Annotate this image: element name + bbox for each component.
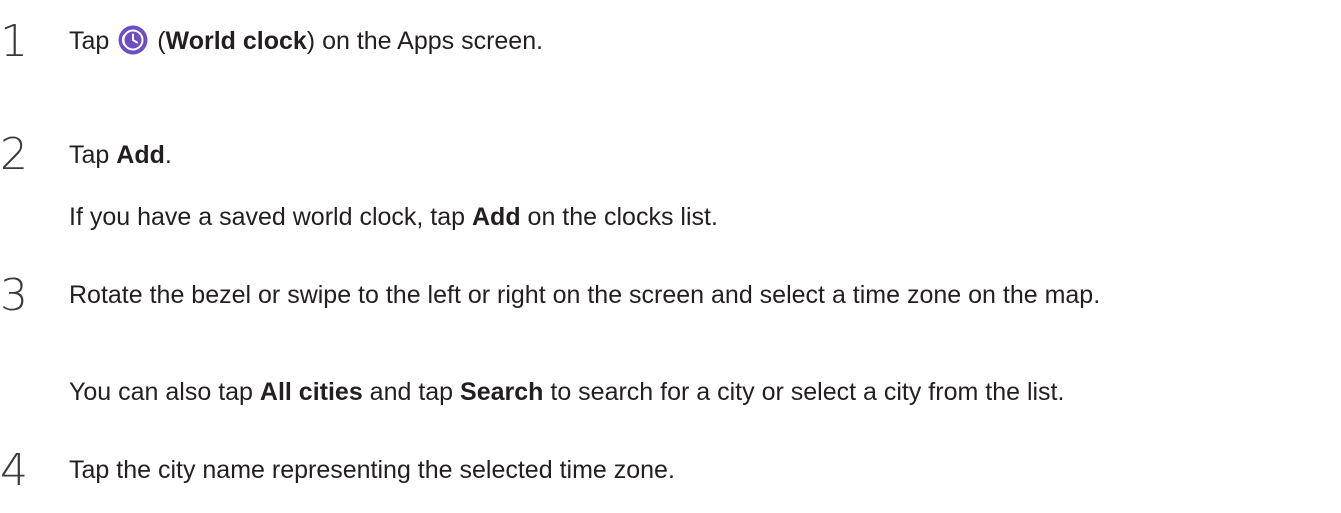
step-1-text: Tap (World clock) on the Apps screen. xyxy=(69,25,544,55)
step-2-text: Tap Add. xyxy=(69,141,172,169)
world-clock-app-icon xyxy=(118,25,148,55)
step-number: 4 xyxy=(0,445,28,496)
step-4-text: Tap the city name representing the selec… xyxy=(69,456,675,484)
step-3-text: Rotate the bezel or swipe to the left or… xyxy=(69,281,1101,309)
step-3-note: You can also tap All cities and tap Sear… xyxy=(69,378,1065,406)
step-2-note: If you have a saved world clock, tap Add… xyxy=(69,203,718,231)
step-number: 2 xyxy=(0,129,28,180)
step-number: 3 xyxy=(0,270,28,321)
step-number: 1 xyxy=(0,16,28,67)
